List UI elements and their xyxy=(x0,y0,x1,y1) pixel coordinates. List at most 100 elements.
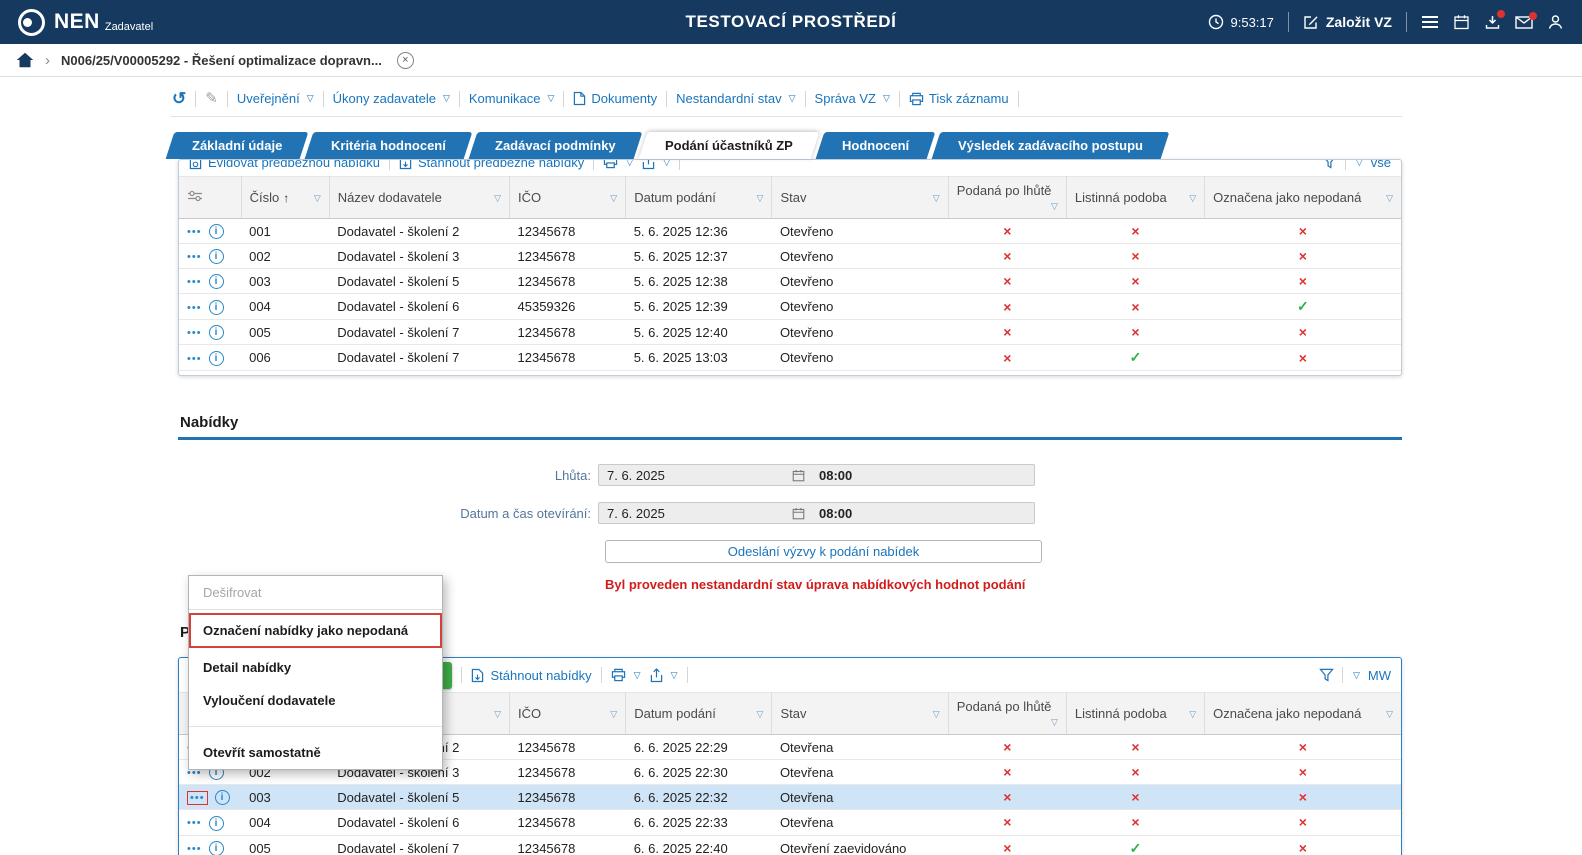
row-menu-icon[interactable]: ••• xyxy=(187,327,202,339)
calendar-icon[interactable] xyxy=(792,507,805,520)
column-filter-icon[interactable]: ▽ xyxy=(1189,193,1196,204)
col-header-oznacena-jako-nepodana[interactable]: Označena jako nepodaná ▽ xyxy=(1204,176,1401,219)
row-menu-icon[interactable]: ••• xyxy=(187,251,202,263)
col-header-listinna-podoba[interactable]: Listinná podoba ▽ xyxy=(1066,692,1206,736)
col-header-stav[interactable]: Stav ▽ xyxy=(771,176,949,219)
tab-hodnoceni[interactable]: Hodnocení xyxy=(815,132,936,159)
col-header-stav[interactable]: Stav ▽ xyxy=(771,692,949,736)
filter-icon[interactable] xyxy=(1322,160,1337,169)
table-row[interactable]: ••• i 006 Dodavatel - školení 7 12345678 5. 6… xyxy=(179,344,1401,372)
column-filter-icon[interactable]: ▽ xyxy=(1051,717,1058,728)
col-header-datum-podani[interactable]: Datum podání ▽ xyxy=(625,176,773,219)
action-evidovat-predbeznou-nabidku[interactable]: Evidovat předběžnou nabídku xyxy=(189,160,380,170)
col-header-listinna-podoba[interactable]: Listinná podoba ▽ xyxy=(1066,176,1206,219)
column-filter-icon[interactable]: ▽ xyxy=(610,193,617,204)
action-stahnout-nabidky[interactable]: Stáhnout nabídky xyxy=(471,668,592,683)
menu-icon[interactable] xyxy=(1421,15,1439,29)
action-uverejneni[interactable]: Uveřejnění ▽ xyxy=(237,91,314,106)
send-invitation-button[interactable]: Odeslání výzvy k podání nabídek xyxy=(605,540,1042,564)
column-filter-icon[interactable]: ▽ xyxy=(1386,709,1393,720)
opening-date-field[interactable]: 7. 6. 2025 xyxy=(599,506,811,521)
row-info-icon[interactable]: i xyxy=(208,841,224,855)
export-icon[interactable]: ▽ xyxy=(642,160,670,170)
col-header-nazev-dodavatele[interactable]: Název dodavatele ▽ xyxy=(329,176,511,219)
row-info-icon[interactable]: i xyxy=(208,224,224,240)
row-menu-icon[interactable]: ••• xyxy=(187,226,202,238)
column-filter-icon[interactable]: ▽ xyxy=(1189,709,1196,720)
column-filter-icon[interactable]: ▽ xyxy=(314,193,321,204)
row-menu-icon[interactable]: ••• xyxy=(187,791,208,806)
row-info-icon[interactable]: i xyxy=(208,815,224,831)
column-settings-icon[interactable] xyxy=(187,190,203,202)
tab-podani-ucastniku-zp[interactable]: Podání účastníků ZP xyxy=(638,132,820,159)
nen-logo[interactable]: NEN Zadavatel xyxy=(18,8,153,36)
col-header-cislo[interactable]: Číslo ↑ ▽ xyxy=(241,176,330,219)
column-filter-icon[interactable]: ▽ xyxy=(757,193,764,204)
row-menu-icon[interactable]: ••• xyxy=(187,843,202,855)
row-menu-icon[interactable]: ••• xyxy=(187,276,202,288)
tab-kriteria-hodnoceni[interactable]: Kritéria hodnocení xyxy=(304,132,473,159)
action-nestandardni-stav[interactable]: Nestandardní stav ▽ xyxy=(676,91,795,106)
column-filter-icon[interactable]: ▽ xyxy=(933,709,940,720)
print-icon[interactable]: ▽ xyxy=(603,160,633,169)
col-header-ico[interactable]: IČO ▽ xyxy=(509,692,627,736)
deadline-date-field[interactable]: 7. 6. 2025 xyxy=(599,468,811,483)
row-info-icon[interactable]: i xyxy=(208,274,224,290)
messages-icon[interactable] xyxy=(1515,11,1537,29)
column-filter-icon[interactable]: ▽ xyxy=(494,193,501,204)
col-header-podana-po-lhute[interactable]: Podaná po lhůtě ▽ xyxy=(948,692,1067,736)
action-tisk-zaznamu[interactable]: Tisk záznamu xyxy=(909,91,1009,106)
column-filter-icon[interactable]: ▽ xyxy=(933,193,940,204)
action-komunikace[interactable]: Komunikace ▽ xyxy=(469,91,554,106)
row-menu-icon[interactable]: ••• xyxy=(187,817,202,829)
col-header-ico[interactable]: IČO ▽ xyxy=(509,176,627,219)
column-filter-icon[interactable]: ▽ xyxy=(1386,193,1393,204)
column-filter-icon[interactable]: ▽ xyxy=(1051,201,1058,212)
table-row[interactable]: ••• i 005 Dodavatel - školení 7 12345678 6. 6… xyxy=(179,835,1401,855)
table-row[interactable]: ••• i 003 Dodavatel - školení 5 12345678 6. 6… xyxy=(179,784,1401,811)
print-icon[interactable]: ▽ xyxy=(611,668,641,682)
create-vz-button[interactable]: Založit VZ xyxy=(1303,14,1392,30)
downloads-icon[interactable] xyxy=(1484,10,1505,30)
breadcrumb-record[interactable]: N006/25/V00005292 - Řešení optimalizace … xyxy=(61,53,382,68)
view-filter-mw[interactable]: MW xyxy=(1368,668,1391,683)
col-header-podana-po-lhute[interactable]: Podaná po lhůtě ▽ xyxy=(948,176,1067,219)
row-info-icon[interactable]: i xyxy=(208,350,224,366)
table-row[interactable]: ••• i 003 Dodavatel - školení 5 12345678 5. 6… xyxy=(179,268,1401,295)
tab-zadavaci-podminky[interactable]: Zadávací podmínky xyxy=(468,132,643,159)
menu-item-vylouceni-dodavatele[interactable]: Vyloučení dodavatele xyxy=(189,684,442,717)
tab-vysledek-zadavaciho-postupu[interactable]: Výsledek zadávacího postupu xyxy=(931,132,1170,159)
table-row[interactable]: ••• i 001 Dodavatel - školení 2 12345678 5. 6… xyxy=(179,218,1401,245)
column-filter-icon[interactable]: ▽ xyxy=(494,709,501,720)
table-row[interactable]: ••• i 004 Dodavatel - školení 6 12345678 6. 6… xyxy=(179,809,1401,836)
col-header-datum-podani[interactable]: Datum podání ▽ xyxy=(625,692,773,736)
action-stahnout-predbezne-nabidky[interactable]: Stáhnout předběžné nabídky xyxy=(399,160,584,170)
col-header-oznacena-jako-nepodana[interactable]: Označena jako nepodaná ▽ xyxy=(1204,692,1401,736)
calendar-icon[interactable] xyxy=(792,469,805,482)
action-ukony-zadavatele[interactable]: Úkony zadavatele ▽ xyxy=(333,91,450,106)
row-menu-icon[interactable]: ••• xyxy=(187,353,202,365)
filter-icon[interactable] xyxy=(1319,668,1334,682)
breadcrumb-close-button[interactable]: × xyxy=(396,51,414,69)
menu-item-otevrit-samostatne[interactable]: Otevřít samostatně xyxy=(189,736,442,769)
tab-zakladni-udaje[interactable]: Základní údaje xyxy=(165,132,309,159)
table-row[interactable]: ••• i 002 Dodavatel - školení 3 12345678 5. 6… xyxy=(179,243,1401,270)
row-info-icon[interactable]: i xyxy=(208,249,224,265)
row-info-icon[interactable]: i xyxy=(208,325,224,341)
menu-item-oznaceni-nabidky-jako-nepodana[interactable]: Označení nabídky jako nepodaná xyxy=(189,613,442,648)
row-menu-icon[interactable]: ••• xyxy=(187,302,202,314)
row-info-icon[interactable]: i xyxy=(208,299,224,315)
user-icon[interactable] xyxy=(1547,14,1564,30)
calendar-icon[interactable] xyxy=(1453,14,1470,30)
table-row[interactable]: ••• i 005 Dodavatel - školení 7 12345678 5. 6… xyxy=(179,319,1401,346)
export-icon[interactable]: ▽ xyxy=(650,667,678,683)
menu-item-detail-nabidky[interactable]: Detail nabídky xyxy=(189,651,442,684)
action-sprava-vz[interactable]: Správa VZ ▽ xyxy=(815,91,890,106)
column-filter-icon[interactable]: ▽ xyxy=(610,709,617,720)
opening-time-field[interactable]: 08:00 xyxy=(811,506,1034,521)
row-info-icon[interactable]: i xyxy=(214,790,230,806)
view-filter-vse[interactable]: vše xyxy=(1371,160,1391,170)
column-filter-icon[interactable]: ▽ xyxy=(757,709,764,720)
action-dokumenty[interactable]: Dokumenty xyxy=(573,91,657,106)
table-row[interactable]: ••• i 004 Dodavatel - školení 6 45359326 5. 6… xyxy=(179,293,1401,321)
